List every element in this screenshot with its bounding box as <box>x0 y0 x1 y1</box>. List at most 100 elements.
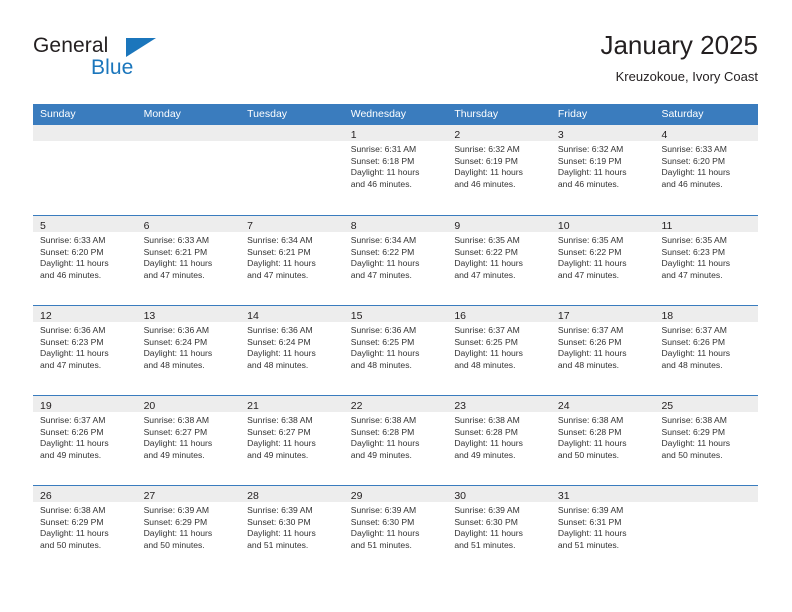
day-details: Sunrise: 6:35 AM Sunset: 6:22 PM Daylight:… <box>551 232 655 281</box>
day-cell[interactable]: 23 Sunrise: 6:38 AM Sunset: 6:28 PM Dayligh… <box>447 396 551 485</box>
day-number-band: 6 <box>136 216 241 232</box>
day-number-band: 2 <box>447 125 551 141</box>
day-number-band: 26 <box>33 486 137 502</box>
daylight-text-line2: and 46 minutes. <box>350 178 412 189</box>
day-cell[interactable]: 20 Sunrise: 6:38 AM Sunset: 6:27 PM Dayligh… <box>136 396 241 485</box>
day-details: Sunrise: 6:36 AM Sunset: 6:24 PM Daylight:… <box>137 322 241 371</box>
sunrise-text: Sunrise: 6:38 AM <box>557 415 624 425</box>
day-number: 25 <box>661 400 674 412</box>
day-number: 30 <box>454 490 466 502</box>
general-blue-logo[interactable]: General Blue <box>33 34 163 86</box>
sunrise-text: Sunrise: 6:38 AM <box>143 415 210 425</box>
sunset-text: Sunset: 6:30 PM <box>350 516 415 527</box>
day-cell[interactable]: 16 Sunrise: 6:37 AM Sunset: 6:25 PM Dayligh… <box>447 306 551 395</box>
day-cell[interactable]: 2 Sunrise: 6:32 AM Sunset: 6:19 PM Daylight… <box>447 125 551 215</box>
day-cell[interactable]: 18 Sunrise: 6:37 AM Sunset: 6:26 PM Dayligh… <box>654 306 759 395</box>
daylight-text-line2: and 48 minutes. <box>557 359 620 370</box>
day-cell-empty <box>33 125 137 215</box>
day-number: 21 <box>247 400 259 412</box>
day-cell[interactable]: 31 Sunrise: 6:39 AM Sunset: 6:31 PM Dayligh… <box>550 486 655 575</box>
day-details: Sunrise: 6:32 AM Sunset: 6:19 PM Daylight:… <box>447 141 551 190</box>
day-cell[interactable]: 15 Sunrise: 6:36 AM Sunset: 6:25 PM Dayligh… <box>343 306 448 395</box>
daylight-text-line1: Daylight: 11 hours <box>143 258 213 269</box>
daylight-text-line2: and 48 minutes. <box>350 359 412 370</box>
weekday-header-tuesday: Tuesday <box>247 108 288 120</box>
day-cell[interactable]: 6 Sunrise: 6:33 AM Sunset: 6:21 PM Daylight… <box>136 216 241 305</box>
day-cell[interactable]: 5 Sunrise: 6:33 AM Sunset: 6:20 PM Daylight… <box>33 216 137 305</box>
sunrise-text: Sunrise: 6:39 AM <box>350 505 417 515</box>
day-cell[interactable]: 24 Sunrise: 6:38 AM Sunset: 6:28 PM Dayligh… <box>550 396 655 485</box>
weekday-header-saturday: Saturday <box>661 108 704 120</box>
day-cell[interactable]: 26 Sunrise: 6:38 AM Sunset: 6:29 PM Dayligh… <box>33 486 137 575</box>
weekday-header-row: Sunday Monday Tuesday Wednesday Thursday Frid… <box>33 104 758 125</box>
sunrise-text: Sunrise: 6:33 AM <box>661 144 727 154</box>
day-cell[interactable]: 27 Sunrise: 6:39 AM Sunset: 6:29 PM Dayligh… <box>136 486 241 575</box>
daylight-text-line1: Daylight: 11 hours <box>143 438 213 449</box>
day-details: Sunrise: 6:39 AM Sunset: 6:29 PM Daylight:… <box>137 502 241 551</box>
day-details: Sunrise: 6:36 AM Sunset: 6:24 PM Daylight:… <box>240 322 344 371</box>
sunset-text: Sunset: 6:27 PM <box>143 426 208 437</box>
day-number-band <box>654 486 759 502</box>
day-details: Sunrise: 6:31 AM Sunset: 6:18 PM Daylight:… <box>344 141 448 190</box>
sunset-text: Sunset: 6:26 PM <box>661 336 726 347</box>
day-cell[interactable]: 1 Sunrise: 6:31 AM Sunset: 6:18 PM Daylight… <box>343 125 448 215</box>
day-cell[interactable]: 14 Sunrise: 6:36 AM Sunset: 6:24 PM Dayligh… <box>240 306 344 395</box>
sunrise-text: Sunrise: 6:38 AM <box>350 415 417 425</box>
day-details: Sunrise: 6:38 AM Sunset: 6:28 PM Daylight:… <box>551 412 655 461</box>
day-number: 23 <box>454 400 466 412</box>
day-cell[interactable]: 3 Sunrise: 6:32 AM Sunset: 6:19 PM Daylight… <box>550 125 655 215</box>
day-number: 17 <box>557 310 570 322</box>
day-details: Sunrise: 6:38 AM Sunset: 6:28 PM Daylight:… <box>447 412 551 461</box>
day-cell[interactable]: 7 Sunrise: 6:34 AM Sunset: 6:21 PM Daylight… <box>240 216 344 305</box>
day-number-band: 25 <box>654 396 759 412</box>
sunset-text: Sunset: 6:30 PM <box>247 516 311 527</box>
day-cell[interactable]: 9 Sunrise: 6:35 AM Sunset: 6:22 PM Daylight… <box>447 216 551 305</box>
day-cell[interactable]: 30 Sunrise: 6:39 AM Sunset: 6:30 PM Dayligh… <box>447 486 551 575</box>
sunrise-text: Sunrise: 6:35 AM <box>661 235 727 245</box>
day-cell[interactable]: 28 Sunrise: 6:39 AM Sunset: 6:30 PM Dayligh… <box>240 486 344 575</box>
sunrise-text: Sunrise: 6:32 AM <box>454 144 520 154</box>
sunset-text: Sunset: 6:20 PM <box>40 246 104 257</box>
sunrise-text: Sunrise: 6:39 AM <box>247 505 313 515</box>
calendar-week-row: 5 Sunrise: 6:33 AM Sunset: 6:20 PM Daylight… <box>33 215 759 305</box>
day-cell-empty <box>136 125 241 215</box>
day-number-band: 11 <box>654 216 759 232</box>
day-number-band: 28 <box>240 486 344 502</box>
day-cell[interactable]: 22 Sunrise: 6:38 AM Sunset: 6:28 PM Dayligh… <box>343 396 448 485</box>
day-cell[interactable]: 29 Sunrise: 6:39 AM Sunset: 6:30 PM Dayligh… <box>343 486 448 575</box>
day-cell[interactable]: 11 Sunrise: 6:35 AM Sunset: 6:23 PM Dayligh… <box>654 216 759 305</box>
day-cell[interactable]: 19 Sunrise: 6:37 AM Sunset: 6:26 PM Dayligh… <box>33 396 137 485</box>
daylight-text-line2: and 46 minutes. <box>454 178 516 189</box>
day-cell[interactable]: 17 Sunrise: 6:37 AM Sunset: 6:26 PM Dayligh… <box>550 306 655 395</box>
daylight-text-line1: Daylight: 11 hours <box>454 438 523 449</box>
day-cell[interactable]: 8 Sunrise: 6:34 AM Sunset: 6:22 PM Daylight… <box>343 216 448 305</box>
day-number: 8 <box>350 220 357 232</box>
day-cell[interactable]: 25 Sunrise: 6:38 AM Sunset: 6:29 PM Dayligh… <box>654 396 759 485</box>
day-number: 22 <box>350 400 363 412</box>
day-details: Sunrise: 6:32 AM Sunset: 6:19 PM Daylight:… <box>551 141 655 190</box>
daylight-text-line2: and 47 minutes. <box>350 269 412 280</box>
sunset-text: Sunset: 6:31 PM <box>557 516 622 527</box>
sunset-text: Sunset: 6:24 PM <box>247 336 311 347</box>
day-number: 18 <box>661 310 674 322</box>
day-details: Sunrise: 6:36 AM Sunset: 6:23 PM Daylight:… <box>33 322 137 371</box>
day-cell[interactable]: 13 Sunrise: 6:36 AM Sunset: 6:24 PM Dayligh… <box>136 306 241 395</box>
day-cell[interactable]: 4 Sunrise: 6:33 AM Sunset: 6:20 PM Daylight… <box>654 125 759 215</box>
daylight-text-line1: Daylight: 11 hours <box>40 528 109 539</box>
day-cell[interactable]: 21 Sunrise: 6:38 AM Sunset: 6:27 PM Dayligh… <box>240 396 344 485</box>
day-cell[interactable]: 12 Sunrise: 6:36 AM Sunset: 6:23 PM Dayligh… <box>33 306 137 395</box>
daylight-text-line2: and 47 minutes. <box>40 359 102 370</box>
sunrise-text: Sunrise: 6:32 AM <box>557 144 624 154</box>
day-number: 28 <box>247 490 259 502</box>
day-details: Sunrise: 6:38 AM Sunset: 6:27 PM Daylight:… <box>137 412 241 461</box>
daylight-text-line2: and 46 minutes. <box>661 178 723 189</box>
sunrise-text: Sunrise: 6:31 AM <box>350 144 417 154</box>
day-number: 5 <box>40 220 46 232</box>
day-cell[interactable]: 10 Sunrise: 6:35 AM Sunset: 6:22 PM Dayligh… <box>550 216 655 305</box>
day-details: Sunrise: 6:33 AM Sunset: 6:20 PM Daylight:… <box>654 141 758 190</box>
day-number: 2 <box>454 129 461 141</box>
daylight-text-line2: and 46 minutes. <box>557 178 620 189</box>
sunrise-text: Sunrise: 6:36 AM <box>247 325 313 335</box>
daylight-text-line1: Daylight: 11 hours <box>557 438 627 449</box>
daylight-text-line1: Daylight: 11 hours <box>350 528 420 539</box>
